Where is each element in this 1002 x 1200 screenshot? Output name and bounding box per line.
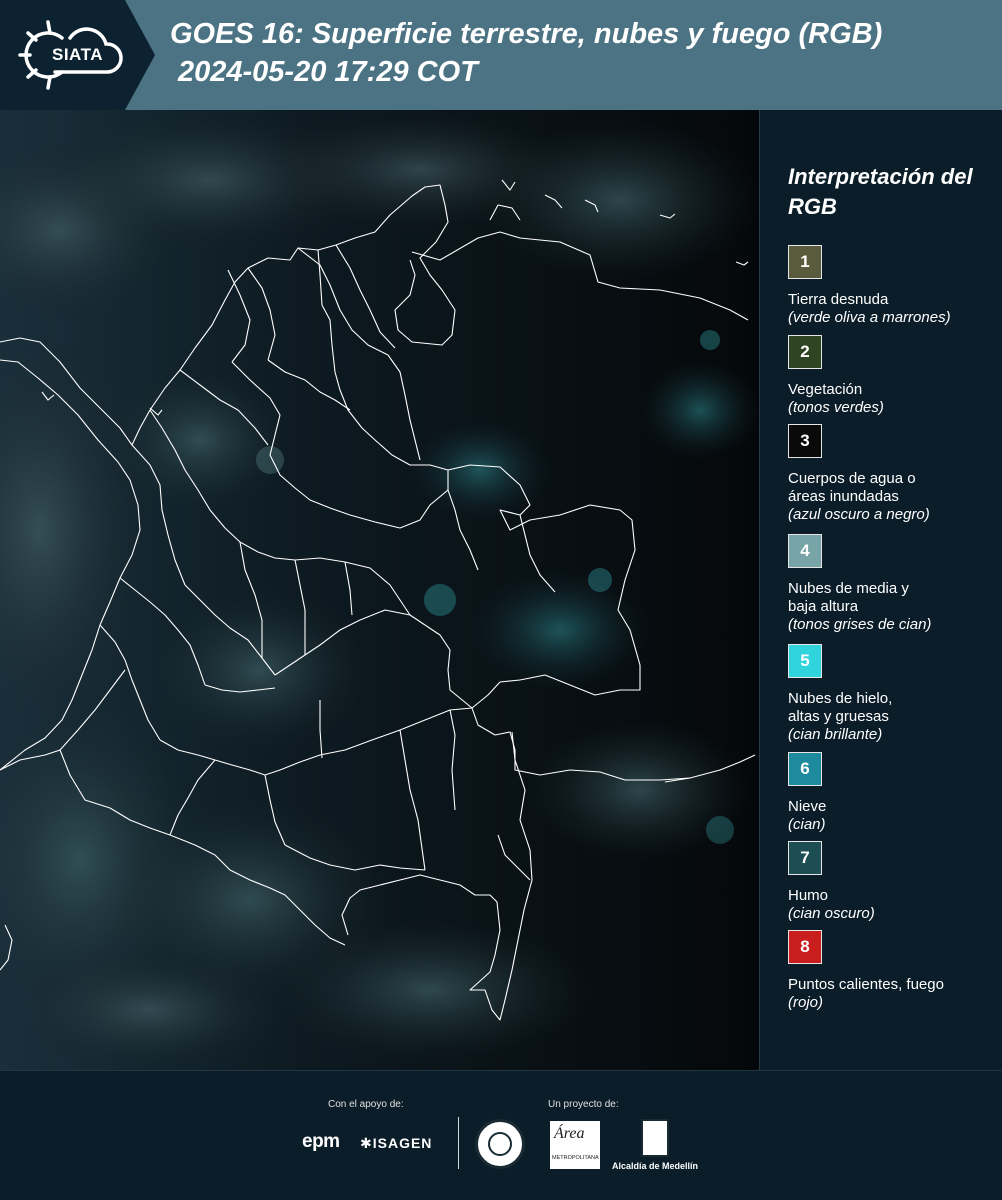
legend-swatch: 8 <box>788 930 822 964</box>
legend-label: Cuerpos de agua o áreas inundadas <box>788 470 916 505</box>
area-logo-text: Área <box>554 1125 585 1142</box>
legend-desc: (cian oscuro) <box>788 905 875 922</box>
project-label: Un proyecto de: <box>548 1099 619 1110</box>
legend-swatch: 4 <box>788 534 822 568</box>
legend-item-fire: 8 Puntos calientes, fuego (rojo) <box>788 930 998 1012</box>
page-timestamp: 2024-05-20 17:29 COT <box>178 56 478 88</box>
medellin-shield-icon[interactable] <box>641 1119 669 1157</box>
satellite-map[interactable] <box>0 110 760 1070</box>
legend-swatch: 6 <box>788 752 822 786</box>
footer-divider <box>458 1117 459 1169</box>
legend-desc: (rojo) <box>788 994 824 1011</box>
map-canvas <box>0 110 759 1070</box>
legend-panel: Interpretación del RGB 1 Tierra desnuda … <box>760 110 1002 1070</box>
legend-item-smoke: 7 Humo (cian oscuro) <box>788 841 998 923</box>
area-logo-sub: METROPOLITANA <box>552 1155 599 1161</box>
legend-desc: (tonos grises de cian) <box>788 616 932 633</box>
legend-desc: (cian) <box>788 816 826 833</box>
epm-logo[interactable]: epm <box>302 1131 340 1153</box>
legend-label: Tierra desnuda <box>788 291 889 308</box>
legend-desc: (verde oliva a marrones) <box>788 309 951 326</box>
siata-logo: SIATA <box>0 0 160 110</box>
legend-item-ice-clouds: 5 Nubes de hielo, altas y gruesas (cian … <box>788 644 998 744</box>
isagen-text: ISAGEN <box>372 1135 433 1151</box>
legend-item-low-clouds: 4 Nubes de media y baja altura (tonos gr… <box>788 534 998 634</box>
legend-label: Puntos calientes, fuego <box>788 976 944 993</box>
legend-item-vegetation: 2 Vegetación (tonos verdes) <box>788 335 998 417</box>
legend-label: Humo <box>788 887 829 904</box>
footer: Con el apoyo de: Un proyecto de: epm ✱IS… <box>0 1070 1002 1200</box>
legend-swatch: 7 <box>788 841 822 875</box>
legend-item-water: 3 Cuerpos de agua o áreas inundadas (azu… <box>788 424 998 524</box>
legend-swatch: 1 <box>788 245 822 279</box>
legend-item-bare-soil: 1 Tierra desnuda (verde oliva a marrones… <box>788 245 998 327</box>
legend-item-snow: 6 Nieve (cian) <box>788 752 998 834</box>
isagen-logo[interactable]: ✱ISAGEN <box>360 1135 432 1152</box>
area-metropolitana-logo[interactable]: Área METROPOLITANA <box>550 1121 600 1169</box>
legend-label: Nubes de hielo, altas y gruesas <box>788 690 893 725</box>
legend-desc: (azul oscuro a negro) <box>788 506 930 523</box>
legend-label: Nubes de media y baja altura <box>788 580 909 615</box>
alcaldia-label[interactable]: Alcaldía de Medellín <box>612 1161 698 1171</box>
header: SIATA GOES 16: Superficie terrestre, nub… <box>0 0 1002 110</box>
logo-text: SIATA <box>52 45 103 64</box>
legend-swatch: 2 <box>788 335 822 369</box>
support-label: Con el apoyo de: <box>328 1099 404 1110</box>
legend-label: Nieve <box>788 798 827 815</box>
legend-label: Vegetación <box>788 381 863 398</box>
legend-title: Interpretación del RGB <box>788 164 973 219</box>
legend-swatch: 5 <box>788 644 822 678</box>
university-seal-icon[interactable] <box>475 1119 525 1169</box>
legend-desc: (tonos verdes) <box>788 399 884 416</box>
legend-desc: (cian brillante) <box>788 726 883 743</box>
legend-swatch: 3 <box>788 424 822 458</box>
page-title: GOES 16: Superficie terrestre, nubes y f… <box>170 18 883 50</box>
